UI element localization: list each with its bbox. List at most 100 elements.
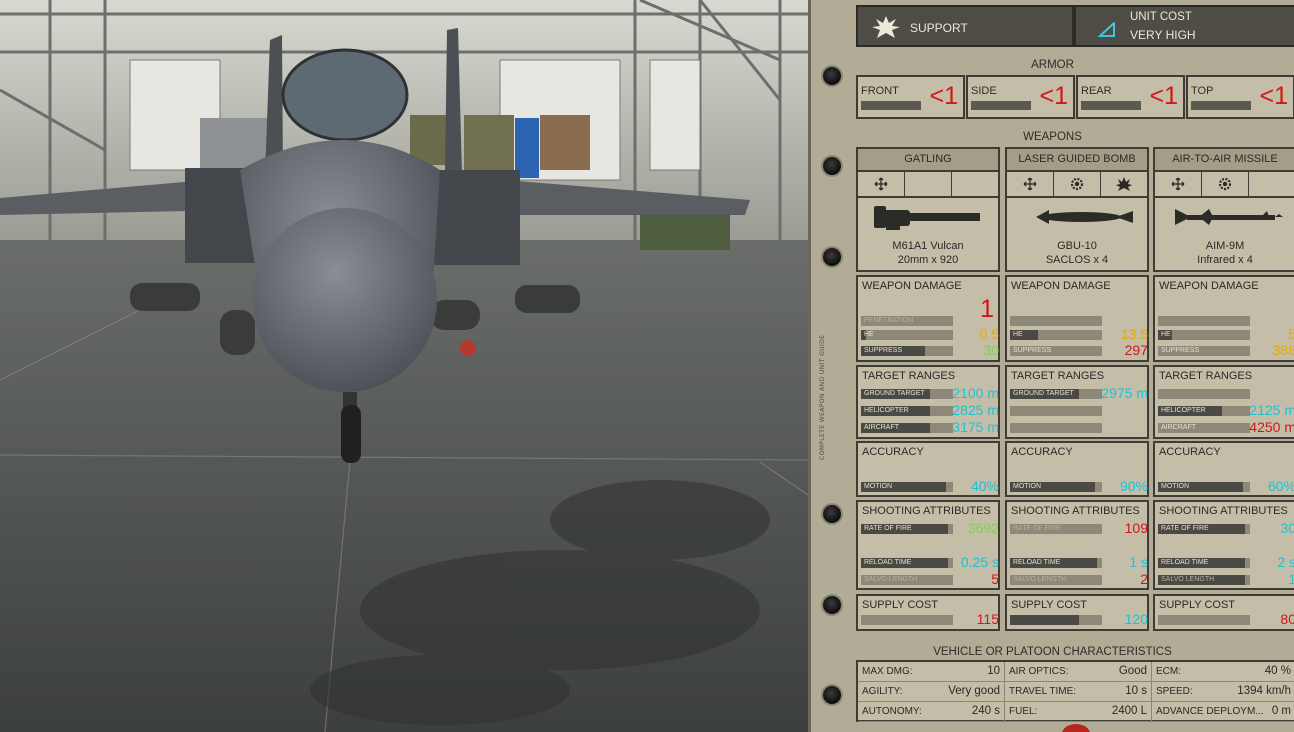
armor-label: TOP [1191,85,1214,97]
weapon-name: GBU-10 [1057,240,1097,252]
characteristic-key: FUEL: [1009,706,1038,717]
characteristic-key: ECM: [1156,666,1181,677]
stat-bar-track [1010,316,1102,326]
armor-rear: REAR <1 [1076,75,1185,119]
unit-type-label: SUPPORT [910,21,968,35]
stat-value: 0.5 [979,326,999,342]
binder-hole [823,248,841,266]
move-icon [1007,172,1054,196]
accuracy-box: ACCURACY MOTION 90% [1005,441,1149,497]
stat-value: 2825 m [952,402,999,418]
stat-label: SALVO LENGTH [1161,576,1215,583]
accuracy-box: ACCURACY MOTION 40% [856,441,1000,497]
stat-row: GROUND TARGET 2975 m [1010,385,1148,401]
stat-label: RELOAD TIME [1161,559,1209,566]
binder-hole [823,596,841,614]
characteristic-cell: ECM: 40 % [1152,662,1294,682]
stat-value: 2100 m [952,385,999,401]
stat-label: RATE OF FIRE [1161,525,1209,532]
unit-cost-box: UNIT COST VERY HIGH [1074,5,1294,47]
characteristic-value: 2400 L [1111,705,1147,717]
characteristic-key: AUTONOMY: [862,706,922,717]
stat-label: RELOAD TIME [1013,559,1061,566]
stat-value: 80 [1280,611,1294,627]
stat-label: GROUND TARGET [864,390,925,397]
stat-row: AIRCRAFT 4250 m [1158,419,1294,435]
stat-value: 2 [1140,571,1148,587]
stat-bar-track [1010,406,1102,416]
stat-row: RATE OF FIRE 30 [1158,520,1294,536]
armor-value: <1 [1149,82,1178,110]
stat-title: WEAPON DAMAGE [1011,280,1111,292]
stat-title: SHOOTING ATTRIBUTES [1011,505,1140,517]
stat-value: 115 [976,611,999,627]
stat-label: MOTION [1013,483,1041,490]
weapon-title[interactable]: AIR-TO-AIR MISSILE [1153,147,1294,172]
weapon-image-box: M61A1 Vulcan 20mm x 920 [856,198,1000,272]
stat-value: 30 [1280,520,1294,536]
stat-bar-track [861,615,953,625]
target-ranges-box: TARGET RANGES GROUND TARGET 2100 m HELICOPT… [856,365,1000,439]
characteristic-key: MAX DMG: [862,666,913,677]
armor-bar [1081,101,1141,110]
characteristic-cell: FUEL: 2400 L [1005,702,1152,722]
stat-row: RELOAD TIME 0.25 s [861,554,999,570]
characteristics-title: VEHICLE OR PLATOON CHARACTERISTICS [933,646,1172,658]
weapon-ammo: Infrared x 4 [1197,254,1253,266]
stat-label: PENETRATION [864,317,914,324]
empty-trait-slot [952,172,998,196]
stat-value: 60% [1267,478,1294,494]
stat-label: AIRCRAFT [1161,424,1196,431]
stat-row [1158,315,1294,327]
weapon-name: M61A1 Vulcan [892,240,964,252]
stat-row: RELOAD TIME 2 s [1158,554,1294,570]
stat-title: SHOOTING ATTRIBUTES [1159,505,1288,517]
weapon-trait-icons [856,172,1000,198]
faction-emblem-icon [1062,724,1090,732]
armor-label: FRONT [861,85,899,97]
explosion-icon [1101,172,1147,196]
hangar-3d-view[interactable] [0,0,808,732]
stat-row: HE 0.5 [861,326,999,342]
characteristic-cell: AGILITY: Very good [858,682,1005,702]
stat-bar-track [1158,330,1250,340]
characteristic-cell: MAX DMG: 10 [858,662,1005,682]
characteristic-key: AGILITY: [862,686,903,697]
weapon-title[interactable]: LASER GUIDED BOMB [1005,147,1149,172]
characteristic-cell: AIR OPTICS: Good [1005,662,1152,682]
shooting-attributes-box: SHOOTING ATTRIBUTES RATE OF FIRE 30 RELOAD … [1153,500,1294,590]
gear-icon [1054,172,1101,196]
stat-label: SALVO LENGTH [1013,576,1067,583]
characteristic-key: AIR OPTICS: [1009,666,1069,677]
gear-icon [1202,172,1249,196]
empty-trait-slot [1249,172,1294,196]
side-caption: COMPLETE WEAPON AND UNIT GUIDE [819,334,826,460]
weapon-damage-box: WEAPON DAMAGE 1 PENETRATION HE 0.5 SUPPRESS 30 [856,275,1000,362]
stat-label: HELICOPTER [864,407,909,414]
stat-row: RATE OF FIRE 109 [1010,520,1148,536]
stat-value: 2125 m [1249,402,1294,418]
stat-label: RELOAD TIME [864,559,912,566]
shooting-attributes-box: SHOOTING ATTRIBUTES RATE OF FIRE 3692 RELOA… [856,500,1000,590]
stat-bar-track [1158,316,1250,326]
stat-row: SALVO LENGTH 1 [1158,571,1294,587]
stat-label: AIRCRAFT [864,424,899,431]
armor-section-title: ARMOR [1031,59,1074,71]
armor-label: REAR [1081,85,1112,97]
stat-label: SUPPRESS [1161,347,1200,354]
characteristic-value: 0 m [1271,705,1291,717]
stat-row: HELICOPTER 2825 m [861,402,999,418]
stat-title: ACCURACY [1159,446,1221,458]
armor-value: <1 [929,82,958,110]
stat-label: GROUND TARGET [1013,390,1074,397]
stat-row: PENETRATION [861,315,999,327]
stat-value: 0.25 s [960,554,999,570]
stat-row: SUPPRESS 388 [1158,342,1294,358]
stat-row: SUPPRESS 30 [861,342,999,358]
support-explosion-icon [872,16,900,38]
weapon-title[interactable]: GATLING [856,147,1000,172]
binder-hole [823,505,841,523]
stat-title: TARGET RANGES [862,370,956,382]
stat-title: ACCURACY [862,446,924,458]
stat-value: 120 [1124,611,1148,627]
